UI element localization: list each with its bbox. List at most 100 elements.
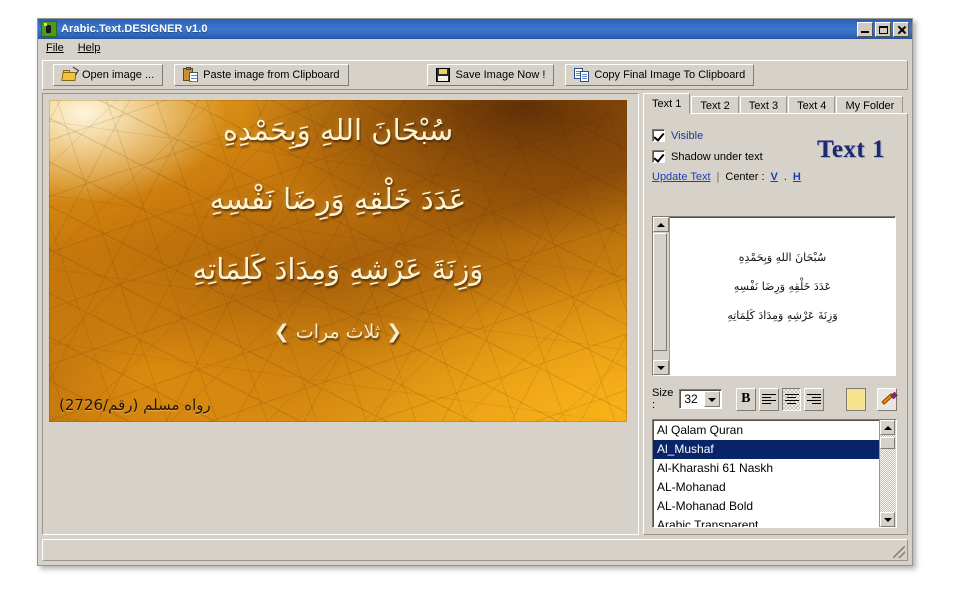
tab-text-3-label: Text 3 bbox=[748, 99, 779, 112]
align-right-icon bbox=[807, 393, 822, 405]
visible-checkbox[interactable] bbox=[652, 129, 665, 142]
font-scroll-up-icon[interactable] bbox=[880, 420, 895, 435]
menu-help-label: Help bbox=[77, 42, 101, 54]
app-logo-icon bbox=[41, 21, 57, 37]
bold-button[interactable]: B bbox=[735, 387, 756, 411]
center-dot: . bbox=[783, 171, 787, 183]
font-scroll-down-icon[interactable] bbox=[880, 512, 895, 527]
preview-scroll-thumb[interactable] bbox=[653, 233, 667, 351]
close-button[interactable] bbox=[893, 21, 909, 37]
arabic-repeat-note: ❮ ثلاث مرات ❯ bbox=[273, 321, 403, 344]
align-center-icon bbox=[784, 393, 799, 405]
font-size-value: 32 bbox=[684, 392, 698, 406]
open-image-label: Open image ... bbox=[82, 69, 155, 81]
visible-checkbox-row[interactable]: Visible bbox=[652, 129, 703, 142]
arabic-line-2: عَدَدَ خَلْقِهِ وَرِضَا نَفْسِهِ bbox=[209, 182, 467, 217]
font-item-al-mushaf[interactable]: Al_Mushaf bbox=[653, 440, 879, 459]
title-bar: Arabic.Text.DESIGNER v1.0 bbox=[38, 19, 912, 39]
center-label: Center : bbox=[725, 171, 765, 183]
preview-text-content[interactable]: سُبْحَانَ اللهِ وَبِحَمْدِهِ عَدَدَ خَلْ… bbox=[670, 217, 895, 375]
font-list[interactable]: Al Qalam Quran Al_Mushaf Al-Kharashi 61 … bbox=[652, 419, 897, 528]
tab-text-3[interactable]: Text 3 bbox=[739, 96, 788, 114]
size-label: Size : bbox=[652, 387, 674, 411]
center-horizontal-link[interactable]: H bbox=[793, 171, 801, 183]
font-item-al-mohanad-bold[interactable]: AL-Mohanad Bold bbox=[653, 497, 879, 516]
arabic-line-3: وَزِنَةَ عَرْشِهِ وَمِدَادَ كَلِمَاتِهِ bbox=[192, 251, 484, 286]
row-separator: | bbox=[716, 171, 720, 183]
active-text-layer-label: Text 1 bbox=[816, 136, 885, 163]
paste-image-button[interactable]: Paste image from Clipboard bbox=[174, 64, 349, 86]
maximize-button[interactable] bbox=[875, 21, 891, 37]
window-controls bbox=[857, 21, 909, 37]
align-left-icon bbox=[761, 393, 776, 405]
align-right-button[interactable] bbox=[804, 387, 825, 411]
font-list-items: Al Qalam Quran Al_Mushaf Al-Kharashi 61 … bbox=[653, 420, 879, 527]
menu-file-label: File bbox=[46, 42, 64, 54]
shadow-label: Shadow under text bbox=[671, 150, 763, 163]
font-item-al-qalam-quran[interactable]: Al Qalam Quran bbox=[653, 421, 879, 440]
preview-scroll-up-icon[interactable] bbox=[653, 217, 669, 232]
tab-my-folder[interactable]: My Folder bbox=[836, 96, 904, 114]
status-bar bbox=[42, 539, 908, 561]
preview-line-2: عَدَدَ خَلْقِهِ وَرِضَا نَفْسِهِ bbox=[733, 280, 832, 293]
font-item-al-kharashi-61-naskh[interactable]: Al-Kharashi 61 Naskh bbox=[653, 459, 879, 478]
tab-text-4[interactable]: Text 4 bbox=[788, 96, 836, 114]
save-image-label: Save Image Now ! bbox=[455, 69, 546, 81]
open-image-button[interactable]: Open image ... bbox=[53, 64, 164, 86]
save-image-button[interactable]: Save Image Now ! bbox=[426, 64, 555, 86]
resize-grip-icon[interactable] bbox=[893, 546, 905, 558]
menu-item-help[interactable]: Help bbox=[78, 42, 101, 54]
window-title: Arabic.Text.DESIGNER v1.0 bbox=[61, 23, 208, 35]
copy-image-button[interactable]: Copy Final Image To Clipboard bbox=[565, 64, 755, 86]
arabic-text-block: سُبْحَانَ اللهِ وَبِحَمْدِهِ عَدَدَ خَلْ… bbox=[49, 113, 627, 344]
font-scroll-thumb[interactable] bbox=[880, 437, 895, 449]
text-preview-box[interactable]: سُبْحَانَ اللهِ وَبِحَمْدِهِ عَدَدَ خَلْ… bbox=[652, 216, 896, 376]
font-item-arabic-transparent[interactable]: Arabic Transparent bbox=[653, 516, 879, 527]
copy-image-label: Copy Final Image To Clipboard bbox=[594, 69, 746, 81]
copy-documents-icon bbox=[574, 68, 590, 82]
text-color-swatch[interactable] bbox=[846, 387, 867, 411]
center-vertical-link[interactable]: V bbox=[771, 171, 778, 183]
tab-text-4-label: Text 4 bbox=[797, 99, 827, 112]
preview-line-1: سُبْحَانَ اللهِ وَبِحَمْدِهِ bbox=[738, 251, 827, 264]
rendered-image[interactable]: سُبْحَانَ اللهِ وَبِحَمْدِهِ عَدَدَ خَلْ… bbox=[49, 100, 627, 422]
application-window: Arabic.Text.DESIGNER v1.0 File Help Open… bbox=[37, 18, 913, 566]
preview-line-3: وَزِنَةَ عَرْشِهِ وَمِدَادَ كَلِمَاتِهِ bbox=[727, 309, 838, 322]
shadow-checkbox[interactable] bbox=[652, 150, 665, 163]
font-item-al-mohanad[interactable]: AL-Mohanad bbox=[653, 478, 879, 497]
bold-label: B bbox=[741, 391, 751, 406]
image-canvas-pane[interactable]: سُبْحَانَ اللهِ وَبِحَمْدِهِ عَدَدَ خَلْ… bbox=[42, 93, 639, 535]
chevron-down-icon[interactable] bbox=[703, 391, 720, 407]
tab-strip: Text 1 Text 2 Text 3 Text 4 My Folder bbox=[643, 93, 908, 114]
open-folder-icon bbox=[61, 66, 80, 82]
minimize-button[interactable] bbox=[857, 21, 873, 37]
color-picker-button[interactable] bbox=[877, 387, 897, 411]
update-text-row: Update Text | Center : V . H bbox=[652, 171, 801, 183]
shadow-checkbox-row[interactable]: Shadow under text bbox=[652, 150, 763, 163]
align-left-button[interactable] bbox=[758, 387, 779, 411]
arabic-line-1: سُبْحَانَ اللهِ وَبِحَمْدِهِ bbox=[222, 113, 454, 147]
update-text-link[interactable]: Update Text bbox=[652, 171, 711, 183]
format-toolbar: Size : 32 B bbox=[652, 386, 897, 412]
tab-text-1-label: Text 1 bbox=[652, 98, 682, 110]
align-center-button[interactable] bbox=[781, 387, 802, 411]
font-size-combo[interactable]: 32 bbox=[679, 389, 722, 409]
font-list-scrollbar[interactable] bbox=[879, 420, 896, 527]
visible-label: Visible bbox=[671, 129, 704, 142]
menu-bar: File Help bbox=[38, 39, 912, 57]
preview-scrollbar[interactable] bbox=[653, 217, 670, 375]
tab-text-2[interactable]: Text 2 bbox=[691, 96, 739, 114]
floppy-save-icon bbox=[435, 68, 451, 82]
tab-text-2-label: Text 2 bbox=[700, 99, 730, 112]
paste-image-label: Paste image from Clipboard bbox=[203, 69, 340, 81]
clipboard-paste-icon bbox=[183, 67, 199, 82]
tab-panel-text-1: Visible Shadow under text Update Text | … bbox=[643, 113, 908, 535]
tab-my-folder-label: My Folder bbox=[845, 99, 895, 112]
tab-text-1[interactable]: Text 1 bbox=[643, 93, 691, 114]
preview-scroll-down-icon[interactable] bbox=[653, 360, 669, 375]
menu-item-file[interactable]: File bbox=[46, 42, 64, 54]
arabic-source-credit: رواه مسلم (رقم/2726) bbox=[59, 396, 211, 414]
toolbar: Open image ... Paste image from Clipboar… bbox=[42, 60, 908, 90]
eyedropper-icon bbox=[882, 393, 896, 407]
right-panel: Text 1 Text 2 Text 3 Text 4 My Folder Vi… bbox=[643, 93, 908, 535]
